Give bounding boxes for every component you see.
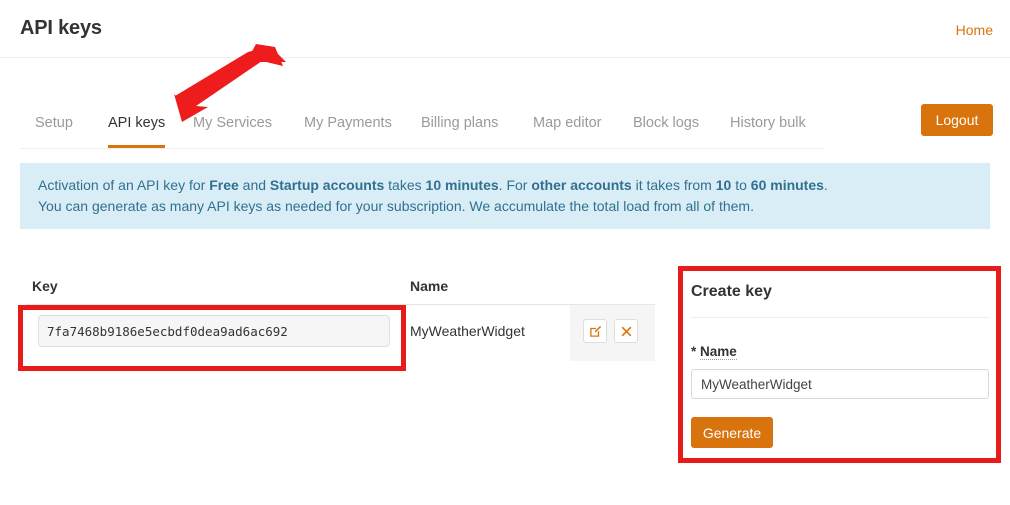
edit-key-button[interactable] xyxy=(583,319,607,343)
table-row: MyWeatherWidget xyxy=(25,305,655,361)
api-key-name: MyWeatherWidget xyxy=(410,323,525,339)
home-link[interactable]: Home xyxy=(956,22,993,38)
info-alert-line-1: Activation of an API key for Free and St… xyxy=(38,175,972,196)
tab-map-editor[interactable]: Map editor xyxy=(533,104,602,148)
edit-pencil-icon xyxy=(589,325,602,338)
tab-history-bulk[interactable]: History bulk xyxy=(730,104,806,148)
tab-billing-plans[interactable]: Billing plans xyxy=(421,104,498,148)
close-x-icon xyxy=(621,326,632,337)
tab-api-keys[interactable]: API keys xyxy=(108,104,166,148)
api-key-input[interactable] xyxy=(38,315,390,347)
api-keys-table: Key Name MyWeatherWidget xyxy=(25,278,655,361)
name-field-label: * Name xyxy=(691,344,737,360)
alert-bold-startup-accounts: Startup accounts xyxy=(269,177,385,193)
info-alert: Activation of an API key for Free and St… xyxy=(20,163,990,229)
alert-text-segment: to xyxy=(731,177,751,193)
info-alert-line-2: You can generate as many API keys as nee… xyxy=(38,198,754,214)
alert-text-segment: takes xyxy=(384,177,426,193)
alert-bold-sixty-minutes: 60 minutes xyxy=(750,177,824,193)
create-key-title: Create key xyxy=(691,283,772,300)
page-title: API keys xyxy=(20,17,102,39)
logout-button[interactable]: Logout xyxy=(921,104,993,136)
alert-bold-other-accounts: other accounts xyxy=(531,177,632,193)
column-header-key: Key xyxy=(32,278,58,294)
alert-text-segment: it takes from xyxy=(631,177,716,193)
alert-text-segment: and xyxy=(238,177,270,193)
panel-divider xyxy=(691,317,989,318)
delete-key-button[interactable] xyxy=(614,319,638,343)
required-asterisk: * xyxy=(691,344,697,359)
column-header-name: Name xyxy=(410,278,449,294)
tab-my-payments[interactable]: My Payments xyxy=(304,104,392,148)
tab-setup[interactable]: Setup xyxy=(35,104,73,148)
tab-my-services[interactable]: My Services xyxy=(193,104,272,148)
alert-text-segment: . xyxy=(823,177,828,193)
generate-button[interactable]: Generate xyxy=(691,417,773,448)
row-actions-cell xyxy=(570,305,655,361)
alert-bold-ten: 10 xyxy=(715,177,732,193)
page-header: API keys Home xyxy=(0,0,1010,58)
alert-bold-ten-minutes: 10 minutes xyxy=(425,177,499,193)
tab-block-logs[interactable]: Block logs xyxy=(633,104,699,148)
alert-text-segment: Activation of an API key for xyxy=(38,177,210,193)
name-label-text: Name xyxy=(700,344,737,360)
tab-bar: Setup API keys My Services My Payments B… xyxy=(20,104,825,149)
table-header-row: Key Name xyxy=(25,278,655,305)
create-key-name-input[interactable] xyxy=(691,369,989,399)
create-key-panel: Create key * Name Generate xyxy=(684,272,996,457)
alert-bold-free: Free xyxy=(209,177,239,193)
alert-text-segment: . For xyxy=(498,177,532,193)
